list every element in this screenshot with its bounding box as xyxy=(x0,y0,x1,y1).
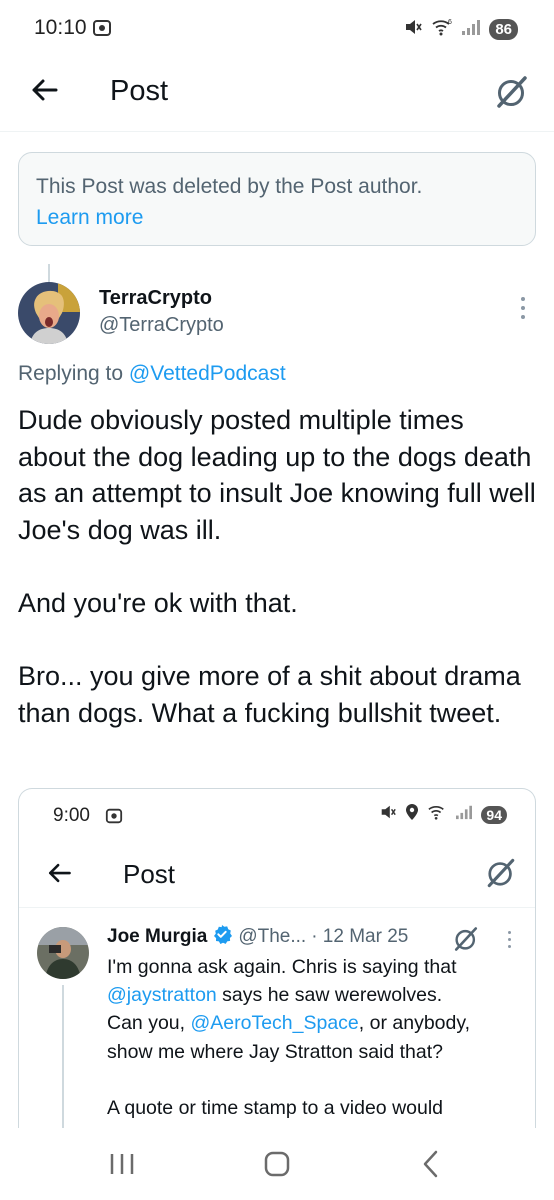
embedded-text-line: show me where Jay Stratton said that? xyxy=(107,1040,444,1063)
author-handle[interactable]: @TerraCrypto xyxy=(99,314,224,337)
post-paragraph: And you're ok with that. xyxy=(18,587,298,618)
embedded-author-handle: @The... xyxy=(238,926,307,947)
post-text: Dude obviously posted multiple times abo… xyxy=(18,402,538,768)
grok-icon[interactable] xyxy=(492,72,532,117)
recent-apps-icon[interactable] xyxy=(108,1152,136,1181)
top-bar: Post xyxy=(0,60,554,132)
screenshot-icon xyxy=(105,807,123,830)
embedded-text-line: I'm gonna ask again. Chris is saying tha… xyxy=(107,956,457,978)
avatar xyxy=(37,927,89,979)
embedded-battery-level: 94 xyxy=(481,805,507,824)
replying-to-mention[interactable]: @VettedPodcast xyxy=(129,362,286,385)
page-title: Post xyxy=(110,75,169,107)
embedded-post-date: · 12 Mar 25 xyxy=(311,926,409,947)
attached-screenshot[interactable]: 9:00 94 Post Joe Murgia @The... · 12 Mar… xyxy=(18,788,536,1128)
deleted-notice-text: This Post was deleted by the Post author… xyxy=(36,175,423,198)
thread-line xyxy=(62,985,64,1128)
mute-icon xyxy=(379,803,397,826)
learn-more-link[interactable]: Learn more xyxy=(36,202,518,233)
signal-icon xyxy=(461,18,481,41)
embedded-post-text: I'm gonna ask again. Chris is saying tha… xyxy=(107,953,517,1128)
system-nav-bar xyxy=(0,1128,554,1200)
grok-icon xyxy=(483,855,519,896)
nav-back-icon[interactable] xyxy=(420,1149,442,1184)
status-time: 10:10 xyxy=(34,16,87,39)
embedded-author-name: Joe Murgia xyxy=(107,926,208,947)
mention-link: @jaystratton xyxy=(107,984,217,1007)
avatar[interactable] xyxy=(18,282,80,344)
more-icon[interactable] xyxy=(518,297,528,323)
more-icon xyxy=(505,931,513,951)
home-icon[interactable] xyxy=(263,1150,291,1183)
deleted-post-notice: This Post was deleted by the Post author… xyxy=(18,152,536,246)
author-name[interactable]: TerraCrypto xyxy=(99,287,212,310)
mention-link: @AeroTech_Space xyxy=(190,1012,359,1035)
replying-prefix: Replying to xyxy=(18,362,124,385)
embedded-text-line: , or anybody, xyxy=(358,1012,471,1035)
post-paragraph: Bro... you give more of a shit about dra… xyxy=(18,661,521,728)
embedded-text-line: Can you, xyxy=(107,1012,191,1035)
svg-text:6: 6 xyxy=(448,19,452,26)
thread-line xyxy=(48,264,50,284)
divider xyxy=(19,907,535,908)
back-arrow-icon[interactable] xyxy=(28,74,60,111)
embedded-status-time: 9:00 xyxy=(53,805,90,826)
wifi-icon xyxy=(427,803,447,826)
back-arrow-icon xyxy=(45,859,73,892)
replying-to: Replying to @VettedPodcast xyxy=(18,362,286,386)
battery-level: 86 xyxy=(489,19,518,40)
wifi-icon: 6 xyxy=(431,17,453,42)
verified-icon xyxy=(212,924,233,950)
signal-icon xyxy=(455,804,473,825)
status-bar: 10:10 6 86 xyxy=(0,0,554,60)
embedded-page-title: Post xyxy=(123,859,176,889)
mute-icon xyxy=(403,17,423,42)
screenshot-icon xyxy=(92,18,112,43)
embedded-text-line: A quote or time stamp to a video would xyxy=(107,1097,444,1119)
location-icon xyxy=(405,803,419,826)
post-paragraph: Dude obviously posted multiple times abo… xyxy=(18,405,536,545)
embedded-text-line: says he saw werewolves. xyxy=(216,984,443,1007)
embedded-post-header: Joe Murgia @The... · 12 Mar 25 xyxy=(107,924,408,950)
